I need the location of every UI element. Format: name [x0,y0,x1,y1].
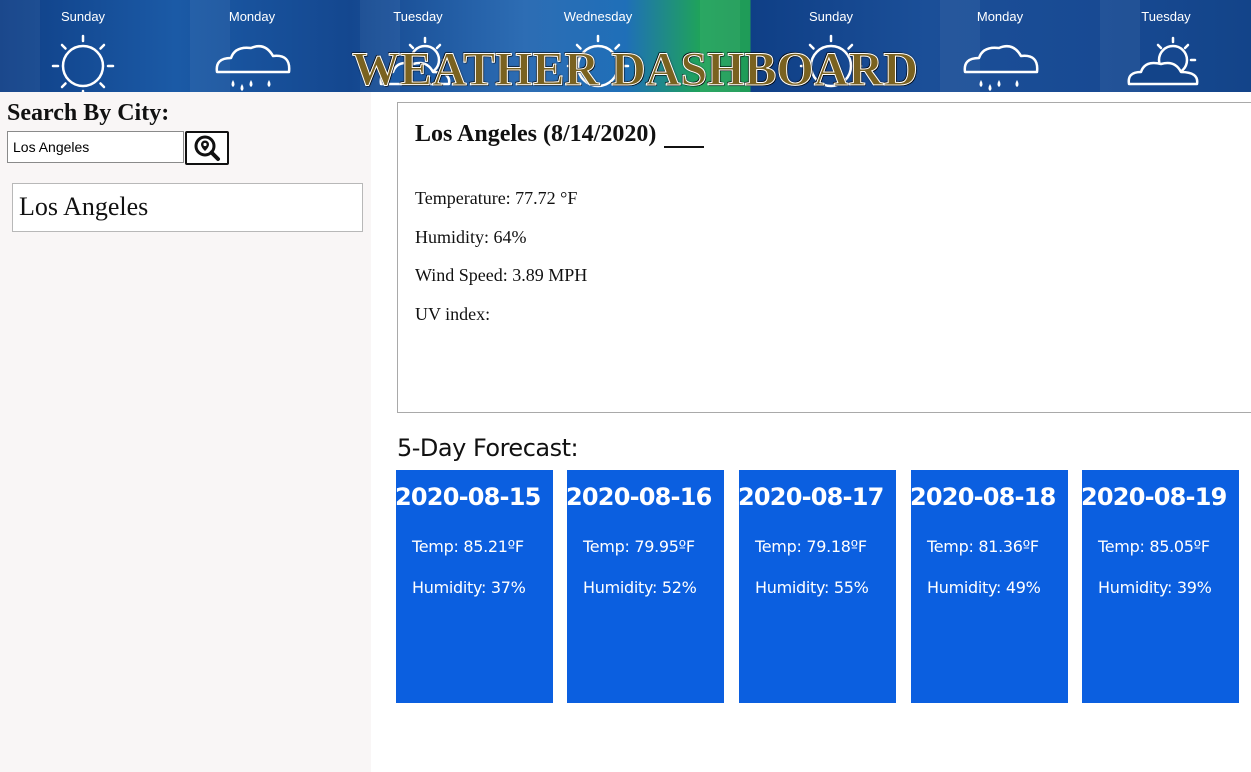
current-weather-panel: Los Angeles (8/14/2020) Temperature: 77.… [397,102,1251,413]
forecast-humidity: Humidity: 39% [1098,578,1212,597]
header-banner: Sunday Monday Tuesday Wednesday Sunday M… [0,0,1251,92]
search-heading: Search By City: [7,100,170,126]
forecast-humidity: Humidity: 37% [412,578,526,597]
forecast-humidity: Humidity: 55% [755,578,869,597]
banner-day-name: Tuesday [1141,9,1191,24]
forecast-temp: Temp: 79.18ºF [755,537,867,556]
forecast-temp: Temp: 79.95ºF [583,537,695,556]
forecast-card: 2020-08-17 Temp: 79.18ºF Humidity: 55% [738,470,896,703]
banner-day-name: Tuesday [393,9,443,24]
forecast-humidity: Humidity: 49% [927,578,1041,597]
search-button[interactable] [185,131,229,165]
rain-cloud-icon [215,45,291,91]
forecast-card: 2020-08-19 Temp: 85.05ºF Humidity: 39% [1081,470,1239,703]
forecast-heading: 5-Day Forecast: [397,434,579,462]
banner-day-name: Wednesday [563,9,633,24]
current-uv-index: UV index: [415,304,491,324]
forecast-humidity: Humidity: 52% [583,578,697,597]
page-title: WEATHER DASHBOARD [352,43,919,92]
forecast-date: 2020-08-17 [738,483,884,511]
forecast-card: 2020-08-15 Temp: 85.21ºF Humidity: 37% [395,470,553,703]
banner-day-name: Monday [228,9,276,24]
banner-day-name: Sunday [60,9,106,24]
current-wind-speed: Wind Speed: 3.89 MPH [415,265,588,285]
sun-icon [51,34,115,92]
search-input[interactable] [7,131,184,163]
forecast-temp: Temp: 81.36ºF [927,537,1039,556]
current-weather-title: Los Angeles (8/14/2020) [415,121,705,148]
banner-day: Monday [177,0,327,92]
forecast-date: 2020-08-15 [395,483,541,511]
banner-day: Sunday [8,0,158,92]
forecast-temp: Temp: 85.05ºF [1098,537,1210,556]
forecast-card: 2020-08-18 Temp: 81.36ºF Humidity: 49% [910,470,1068,703]
current-city-date: Los Angeles (8/14/2020) [415,121,657,147]
forecast-date: 2020-08-16 [566,483,712,511]
banner-day: Tuesday [1091,0,1241,92]
banner-day-name: Sunday [808,9,854,24]
rain-cloud-icon [963,45,1039,91]
forecast-date: 2020-08-19 [1081,483,1227,511]
banner-day: Monday [925,0,1075,92]
sidebar: Search By City: Los Angeles [0,92,371,772]
current-temperature: Temperature: 77.72 °F [415,188,578,208]
partly-cloudy-icon [1127,36,1199,86]
city-history-item[interactable]: Los Angeles [12,183,363,232]
forecast-card: 2020-08-16 Temp: 79.95ºF Humidity: 52% [566,470,724,703]
banner-day-name: Monday [976,9,1024,24]
current-humidity: Humidity: 64% [415,227,527,247]
search-location-icon [194,135,220,161]
weather-icon-placeholder [664,126,705,148]
forecast-temp: Temp: 85.21ºF [412,537,524,556]
forecast-date: 2020-08-18 [910,483,1056,511]
